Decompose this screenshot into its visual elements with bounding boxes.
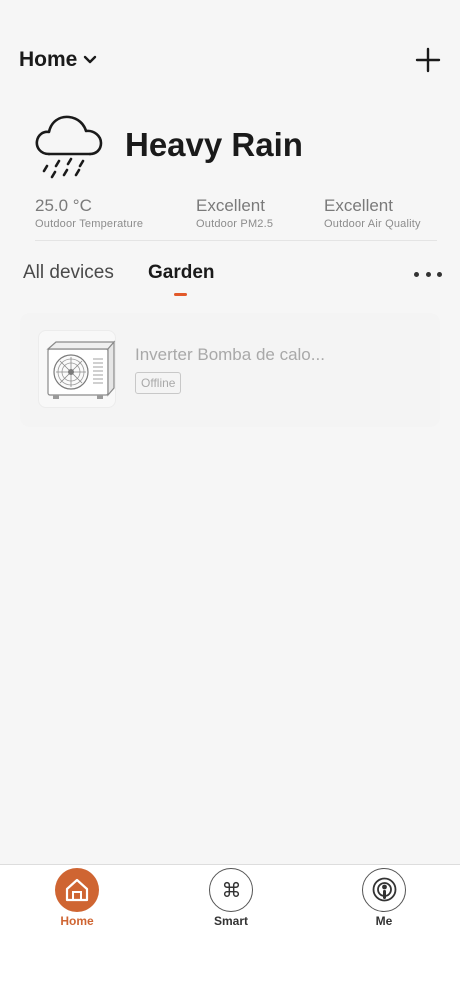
metric-value: Excellent: [324, 196, 393, 215]
tab-all-devices[interactable]: All devices: [23, 262, 114, 284]
tab-indicator: [174, 293, 187, 296]
more-dots-icon[interactable]: [414, 264, 442, 284]
metric-label: Outdoor Temperature: [35, 218, 144, 230]
header: Home: [0, 40, 460, 84]
room-tabs: All devices Garden: [0, 258, 460, 302]
command-icon: ⌘: [209, 868, 253, 912]
tabbar-item-smart[interactable]: ⌘ Smart: [199, 868, 263, 928]
home-selector[interactable]: Home: [19, 48, 97, 72]
weather-condition: Heavy Rain: [125, 126, 303, 163]
metric-outdoor-air-quality: Excellent Outdoor Air Quality: [324, 196, 421, 230]
tab-garden[interactable]: Garden: [148, 262, 215, 284]
tabbar-label: Smart: [213, 914, 248, 928]
metric-label: Outdoor Air Quality: [324, 218, 421, 230]
tabbar-label: Me: [375, 914, 393, 928]
rain-cloud-icon: [33, 110, 105, 182]
bottom-tab-bar: Home ⌘ Smart Me: [0, 864, 460, 996]
svg-text:⌘: ⌘: [221, 878, 241, 902]
tabbar-label: Home: [60, 914, 94, 928]
profile-icon: [362, 868, 406, 912]
device-name: Inverter Bomba de calo...: [135, 345, 325, 364]
metric-value: 25.0 °C: [35, 196, 92, 215]
home-label: Home: [19, 48, 78, 71]
device-card[interactable]: Inverter Bomba de calo... Offline: [20, 313, 440, 427]
metric-value: Excellent: [196, 196, 265, 215]
tabbar-item-home[interactable]: Home: [45, 868, 109, 928]
tabbar-item-me[interactable]: Me: [352, 868, 416, 928]
weather-panel: Heavy Rain 25.0 °C Outdoor Temperature E…: [0, 104, 460, 244]
metric-label: Outdoor PM2.5: [196, 218, 274, 230]
divider: [35, 240, 437, 241]
heat-pump-icon: [38, 330, 116, 408]
status-badge: Offline: [135, 372, 182, 394]
metric-outdoor-pm25: Excellent Outdoor PM2.5: [196, 196, 273, 230]
home-icon: [55, 868, 99, 912]
metric-outdoor-temperature: 25.0 °C Outdoor Temperature: [35, 196, 143, 230]
chevron-down-icon: [83, 55, 97, 65]
plus-icon[interactable]: [412, 44, 444, 76]
